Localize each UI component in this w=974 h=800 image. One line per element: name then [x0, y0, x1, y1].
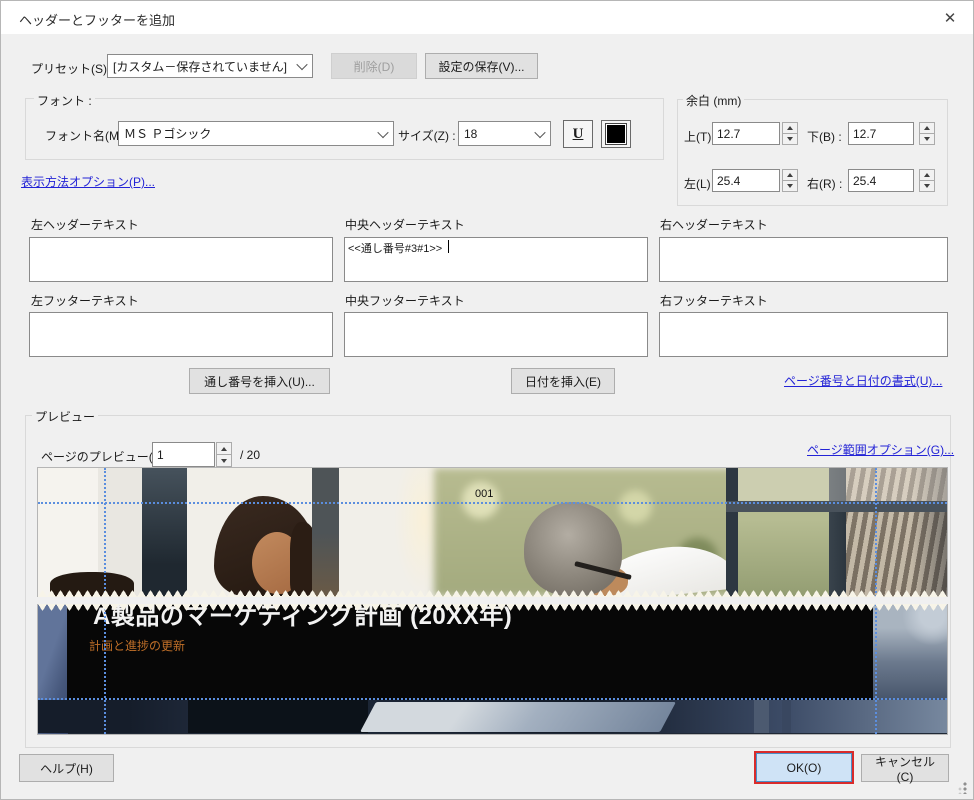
dialog-title: ヘッダーとフッターを追加: [19, 10, 175, 29]
font-name-label: フォント名(M) :: [45, 127, 130, 144]
font-name-value: ＭＳ Ｐゴシック: [124, 125, 211, 142]
preview-slide-title-block: A製品のマーケティング計画 (20XX年) 計画と進捗の更新: [67, 604, 873, 700]
photo-window-frame-left: [142, 468, 187, 597]
number-date-format-link[interactable]: ページ番号と日付の書式(U)...: [784, 372, 942, 389]
footer-right-textarea[interactable]: [659, 312, 948, 357]
dropdown-arrow-icon[interactable]: [373, 122, 393, 145]
photo-laptop-silhouette: [188, 700, 368, 733]
spinner-up-icon[interactable]: [919, 169, 935, 181]
insert-page-number-button[interactable]: 通し番号を挿入(U)...: [189, 368, 330, 394]
margin-bottom-input[interactable]: [848, 122, 914, 145]
margin-left-label: 左(L): [684, 175, 711, 192]
close-icon[interactable]: ✕: [937, 7, 963, 29]
ok-button[interactable]: OK(O): [756, 753, 852, 782]
margin-top-label: 上(T): [684, 128, 711, 145]
help-button[interactable]: ヘルプ(H): [19, 754, 114, 782]
footer-left-label: 左フッターテキスト: [31, 292, 139, 309]
left-margin-guide: [104, 604, 106, 734]
cancel-button[interactable]: キャンセル(C): [861, 754, 949, 782]
margin-bottom-stepper: [919, 122, 935, 145]
footer-right-label: 右フッターテキスト: [660, 292, 768, 309]
right-margin-guide: [875, 604, 877, 734]
header-margin-guide: [38, 502, 947, 504]
preview-page-top-image: 001: [37, 467, 948, 597]
insert-date-button[interactable]: 日付を挿入(E): [511, 368, 615, 394]
footer-center-label: 中央フッターテキスト: [345, 292, 465, 309]
dropdown-arrow-icon[interactable]: [530, 122, 550, 145]
underline-button[interactable]: U: [563, 120, 593, 148]
page-preview-stepper: [216, 442, 232, 467]
underline-icon: U: [573, 126, 584, 143]
font-size-value: 18: [464, 127, 477, 141]
margin-top-stepper: [782, 122, 798, 145]
font-group-label: フォント :: [34, 92, 95, 109]
add-header-footer-dialog: ヘッダーとフッターを追加 ✕ プリセット(S) : [カスタム－保存されていませ…: [0, 0, 974, 800]
footer-margin-guide: [38, 698, 947, 700]
font-size-label: サイズ(Z) :: [398, 127, 456, 144]
header-center-textarea[interactable]: <<通し番号#3#1>>: [344, 237, 648, 282]
margin-right-stepper: [919, 169, 935, 192]
preview-group-label: プレビュー: [32, 408, 98, 425]
font-size-combobox[interactable]: 18: [458, 121, 551, 146]
spinner-down-icon[interactable]: [782, 181, 798, 192]
text-caret: [448, 240, 449, 253]
page-preview-label: ページのプレビュー(E): [41, 448, 165, 465]
spinner-up-icon[interactable]: [919, 122, 935, 134]
margin-bottom-label: 下(B) :: [807, 128, 842, 145]
margin-right-label: 右(R) :: [807, 175, 842, 192]
left-margin-guide: [104, 468, 106, 597]
photo-chair-pole-1: [754, 700, 769, 733]
header-center-label: 中央ヘッダーテキスト: [345, 216, 465, 233]
margins-group-label: 余白 (mm): [683, 92, 744, 109]
spinner-up-icon[interactable]: [782, 169, 798, 181]
delete-preset-button[interactable]: 削除(D): [331, 53, 417, 79]
header-left-label: 左ヘッダーテキスト: [31, 216, 139, 233]
resize-grip-icon[interactable]: [955, 782, 967, 794]
footer-center-textarea[interactable]: [344, 312, 648, 357]
margin-left-stepper: [782, 169, 798, 192]
spinner-down-icon[interactable]: [782, 134, 798, 145]
header-right-textarea[interactable]: [659, 237, 948, 282]
photo-window-frame-mid: [312, 468, 339, 597]
preset-combobox[interactable]: [カスタム－保存されていません]: [107, 54, 313, 78]
spinner-down-icon[interactable]: [919, 134, 935, 145]
page-range-options-link[interactable]: ページ範囲オプション(G)...: [807, 441, 954, 458]
margin-right-input[interactable]: [848, 169, 914, 192]
font-color-button[interactable]: [601, 120, 631, 148]
photo-window-top-light: [738, 468, 947, 501]
preview-page-bottom-image: A製品のマーケティング計画 (20XX年) 計画と進捗の更新: [37, 604, 948, 735]
spinner-up-icon[interactable]: [782, 122, 798, 134]
font-name-combobox[interactable]: ＭＳ Ｐゴシック: [118, 121, 394, 146]
torn-edge: [38, 604, 947, 611]
header-right-label: 右ヘッダーテキスト: [660, 216, 768, 233]
spinner-down-icon[interactable]: [216, 455, 232, 467]
margin-top-input[interactable]: [712, 122, 780, 145]
photo-man-hair: [524, 502, 622, 596]
save-settings-button[interactable]: 設定の保存(V)...: [425, 53, 538, 79]
spinner-up-icon[interactable]: [216, 442, 232, 455]
color-swatch-icon: [606, 124, 626, 144]
header-left-textarea[interactable]: [29, 237, 333, 282]
photo-right-window: [873, 604, 947, 700]
right-margin-guide: [875, 468, 877, 597]
margin-left-input[interactable]: [712, 169, 780, 192]
photo-chair-pole-2: [782, 700, 791, 733]
appearance-options-link[interactable]: 表示方法オプション(P)...: [21, 173, 155, 190]
photo-window-mullion-1: [726, 468, 738, 597]
preset-value: [カスタム－保存されていません]: [113, 58, 287, 75]
preview-header-page-number: 001: [475, 488, 493, 500]
preset-label: プリセット(S) :: [31, 60, 114, 77]
torn-edge: [38, 590, 947, 597]
footer-left-textarea[interactable]: [29, 312, 333, 357]
page-preview-input[interactable]: [152, 442, 215, 467]
spinner-down-icon[interactable]: [919, 181, 935, 192]
dropdown-arrow-icon[interactable]: [292, 55, 312, 77]
title-bar: ヘッダーとフッターを追加 ✕: [1, 1, 973, 34]
photo-open-book: [360, 702, 676, 732]
page-total-label: / 20: [240, 448, 260, 462]
